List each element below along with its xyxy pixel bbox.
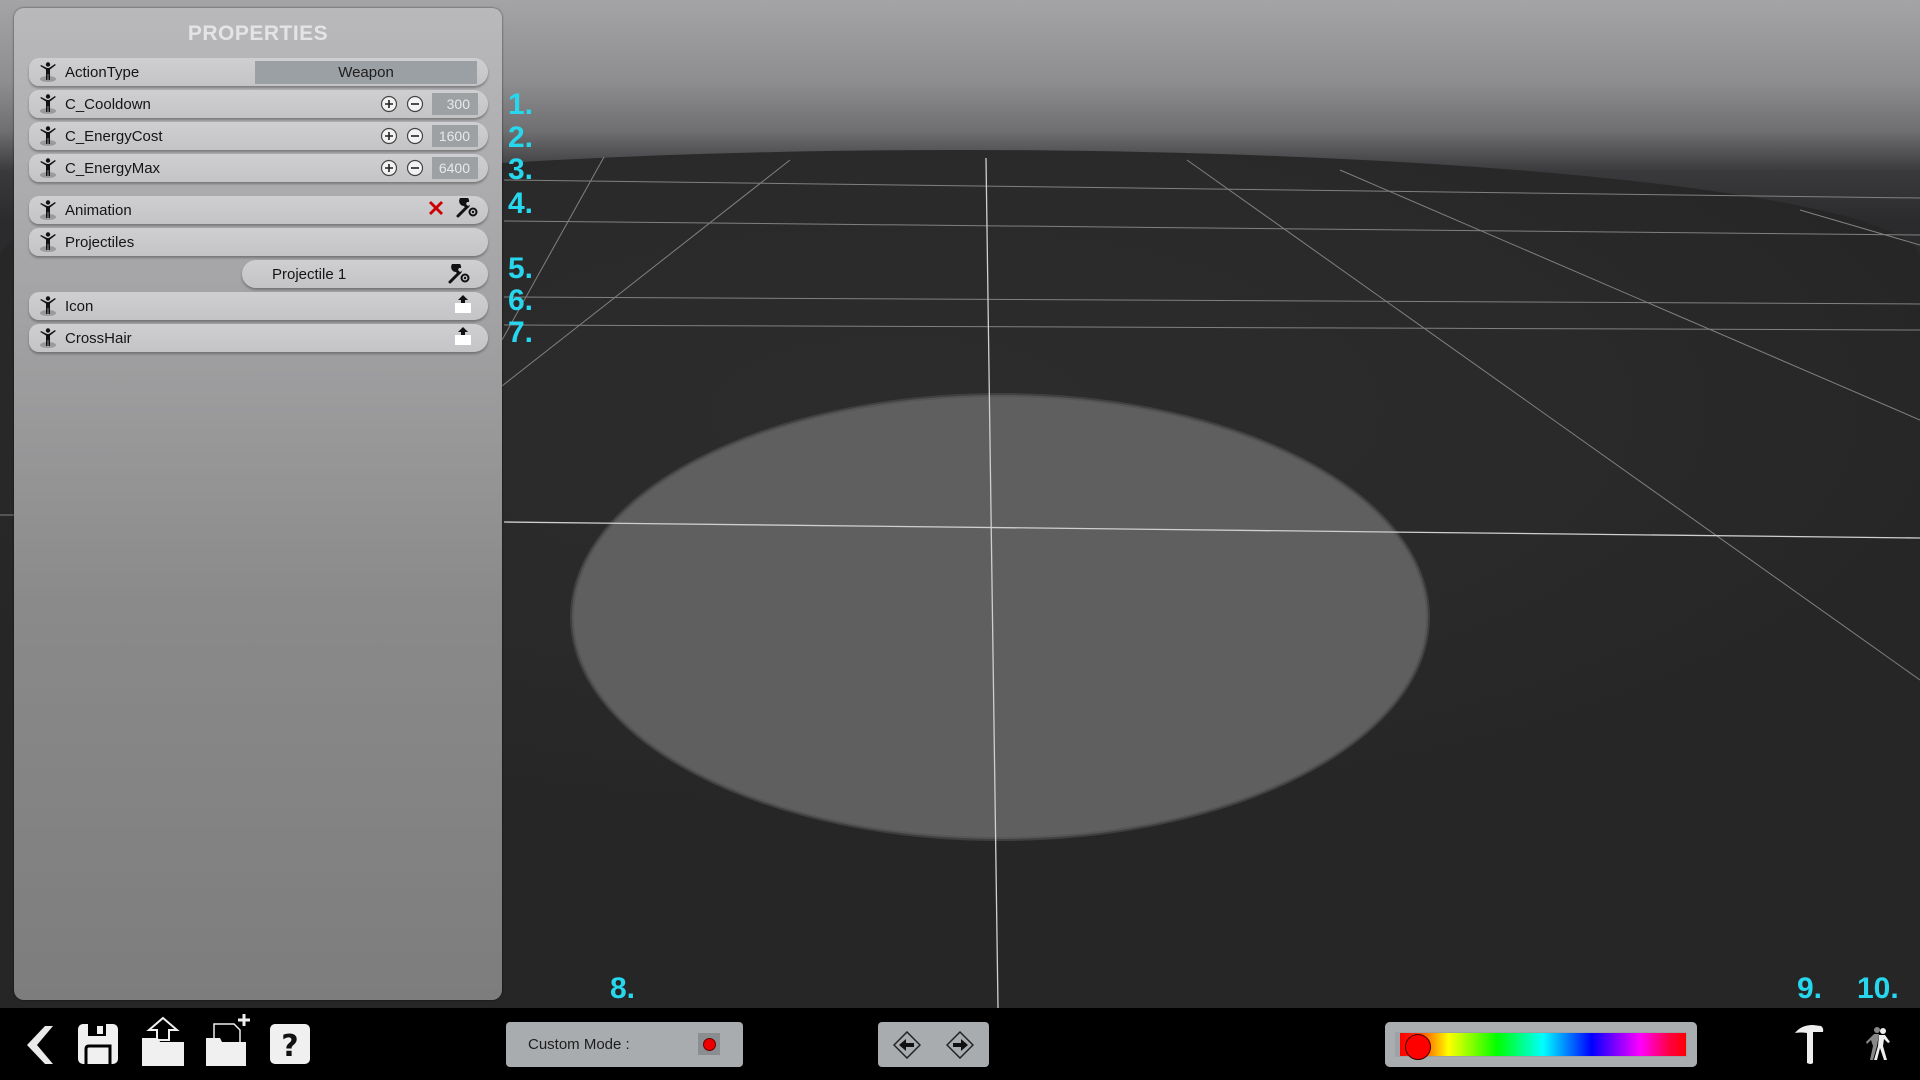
wrench-gear-icon[interactable]: [456, 195, 478, 223]
cooldown-value-field[interactable]: 300: [432, 93, 478, 115]
property-label: ActionType: [65, 63, 140, 81]
increment-button[interactable]: [380, 159, 398, 177]
delete-icon[interactable]: [428, 200, 444, 221]
annotation-5: 5.: [508, 252, 534, 285]
property-label: Icon: [65, 297, 94, 315]
person-icon: [37, 327, 59, 349]
grid-line: [503, 179, 1920, 199]
annotation-8: 8.: [610, 972, 636, 1005]
property-label: C_EnergyCost: [65, 127, 163, 145]
property-row-actiontype[interactable]: ActionType Weapon: [29, 58, 488, 86]
arrow-left-diamond-icon[interactable]: [892, 1030, 922, 1064]
color-slider[interactable]: [1385, 1022, 1697, 1067]
property-label: CrossHair: [65, 329, 132, 347]
arrow-right-diamond-icon[interactable]: [945, 1030, 975, 1064]
save-floppy-icon[interactable]: [77, 1022, 119, 1066]
custom-mode-toggle[interactable]: [698, 1033, 720, 1055]
record-dot-icon: [702, 1037, 716, 1051]
new-folder-file-icon[interactable]: [204, 1012, 252, 1066]
person-icon: [37, 125, 59, 147]
navigation-arrows: [878, 1022, 989, 1067]
person-icon: [37, 295, 59, 317]
grid-line: [503, 324, 1920, 331]
increment-button[interactable]: [380, 95, 398, 113]
grid-line: [1339, 169, 1920, 421]
walking-person-icon[interactable]: [1863, 1026, 1895, 1062]
spawn-disc: [572, 395, 1428, 839]
action-type-dropdown[interactable]: Weapon: [255, 61, 477, 84]
wrench-gear-icon[interactable]: [448, 262, 470, 289]
decrement-button[interactable]: [406, 127, 424, 145]
annotation-10: 10.: [1857, 972, 1899, 1005]
energycost-value-field[interactable]: 1600: [432, 125, 478, 147]
projectile-label: Projectile 1: [272, 265, 347, 283]
person-icon: [37, 199, 59, 221]
property-row-c-energycost: C_EnergyCost 1600: [29, 122, 488, 150]
property-label: C_EnergyMax: [65, 159, 161, 177]
property-label: C_Cooldown: [65, 95, 151, 113]
property-row-crosshair: CrossHair: [29, 324, 488, 352]
upload-icon[interactable]: [454, 294, 472, 319]
person-icon: [37, 61, 59, 83]
annotation-9: 9.: [1797, 972, 1823, 1005]
grid-line: [501, 159, 791, 387]
annotation-7: 7.: [508, 316, 534, 349]
annotation-4: 4.: [508, 187, 534, 220]
help-question-icon[interactable]: ?: [269, 1023, 311, 1065]
grid-line: [1799, 209, 1920, 246]
person-icon: [37, 157, 59, 179]
person-icon: [37, 93, 59, 115]
grid-line: [503, 296, 1920, 305]
annotation-6: 6.: [508, 284, 534, 317]
color-hue-track[interactable]: [1400, 1033, 1686, 1060]
projectile-item[interactable]: Projectile 1: [242, 260, 488, 288]
open-folder-upload-icon[interactable]: [140, 1016, 186, 1066]
annotation-2: 2.: [508, 121, 534, 154]
upload-icon[interactable]: [454, 326, 472, 351]
person-icon: [37, 231, 59, 253]
grid-line: [503, 220, 1920, 236]
decrement-button[interactable]: [406, 159, 424, 177]
decrement-button[interactable]: [406, 95, 424, 113]
property-label: Projectiles: [65, 233, 135, 251]
annotation-3: 3.: [508, 153, 534, 186]
custom-mode-panel: Custom Mode :: [506, 1022, 743, 1067]
back-chevron-icon[interactable]: [24, 1025, 54, 1065]
properties-panel: PROPERTIES ActionType Weapon C_Cooldown …: [14, 8, 502, 1000]
annotation-1: 1.: [508, 88, 534, 121]
energymax-value-field[interactable]: 6400: [432, 157, 478, 179]
custom-mode-label: Custom Mode :: [528, 1036, 630, 1053]
increment-button[interactable]: [380, 127, 398, 145]
property-row-projectiles[interactable]: Projectiles: [29, 228, 488, 256]
property-row-c-cooldown: C_Cooldown 300: [29, 90, 488, 118]
color-slider-knob[interactable]: [1405, 1034, 1432, 1060]
property-row-c-energymax: C_EnergyMax 6400: [29, 154, 488, 182]
property-row-animation: Animation: [29, 195, 488, 224]
panel-title: PROPERTIES: [187, 22, 329, 45]
property-label: Animation: [65, 201, 132, 219]
hammer-icon[interactable]: [1793, 1022, 1825, 1066]
property-row-icon: Icon: [29, 292, 488, 320]
svg-text:?: ?: [281, 1029, 298, 1064]
